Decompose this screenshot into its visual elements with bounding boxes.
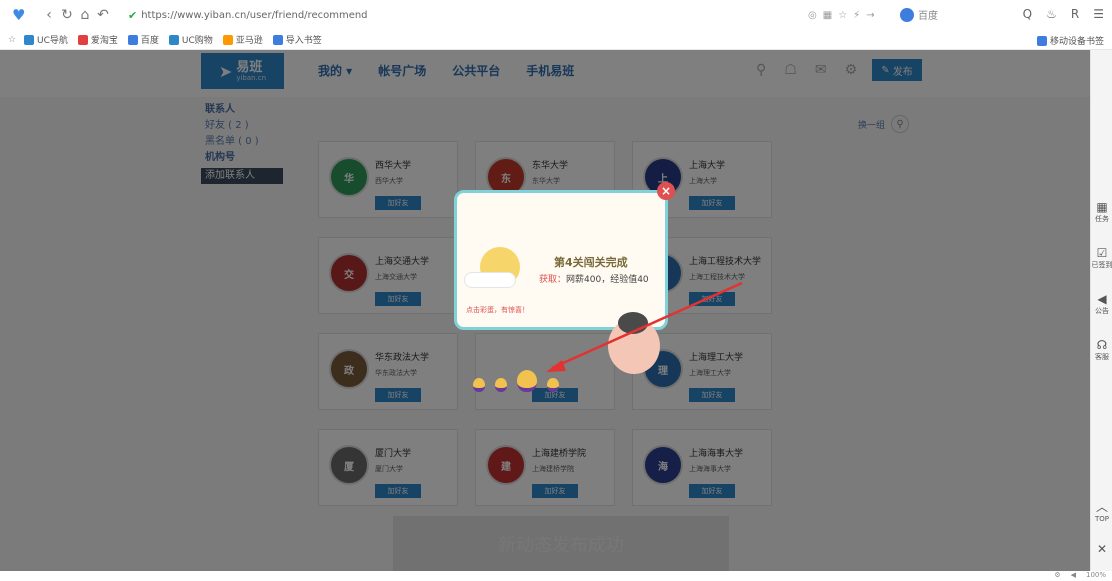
reward-value: 网薪400，经验值40	[566, 275, 649, 285]
browser-logo-icon[interactable]: ♥	[12, 6, 40, 24]
egg-icon[interactable]	[495, 378, 507, 392]
cart-icon[interactable]: ♨	[1046, 7, 1057, 21]
speaker-icon: ◀	[1097, 292, 1107, 306]
bookmark-bar: ☆ UC导航 爱淘宝 百度 UC购物 亚马逊 导入书签 移动设备书签	[0, 30, 1112, 50]
status-right: ⚙ ◀ 100%	[1054, 571, 1106, 579]
browser-toolbar: ♥ ‹ ↻ ⌂ ↶ ✔ https://www.yiban.cn/user/fr…	[0, 0, 1112, 30]
extension-icons: ◎ ▦ ☆ ⚡ →	[808, 0, 875, 30]
mobile-bookmarks-label: 移动设备书签	[1049, 37, 1104, 47]
modal-reward: 获取：网薪400，经验值40	[539, 272, 649, 285]
speaker-icon[interactable]: ◀	[1071, 571, 1076, 579]
bookmark-label: 亚马逊	[235, 36, 263, 46]
close-icon[interactable]: ×	[657, 182, 675, 200]
user-icon[interactable]: R	[1071, 7, 1079, 21]
back-icon[interactable]: ‹	[40, 7, 58, 23]
arrow-right-icon[interactable]: →	[866, 10, 874, 21]
egg-icon[interactable]	[473, 378, 485, 392]
mobile-icon	[1036, 35, 1047, 46]
task-button[interactable]: ▦ 任务	[1091, 200, 1112, 224]
checkin-icon: ☑	[1096, 246, 1108, 260]
home-icon[interactable]: ⌂	[76, 7, 94, 23]
status-bar: ⚙ ◀ 100%	[0, 571, 1112, 581]
shield-icon[interactable]: ◎	[808, 10, 817, 21]
bookmark-label: 导入书签	[285, 36, 322, 46]
close-icon: ✕	[1096, 542, 1108, 556]
settings-icon[interactable]: ⚙	[1054, 571, 1060, 579]
bookmark-label: 爱淘宝	[90, 36, 118, 46]
task-icon: ▦	[1096, 200, 1108, 214]
bookmark-icon	[77, 34, 88, 45]
easter-eggs	[473, 370, 559, 392]
chevron-up-icon: ︿	[1095, 500, 1108, 514]
top-label: TOP	[1094, 515, 1109, 523]
cloud-icon	[464, 272, 516, 288]
address-bar[interactable]: ✔ https://www.yiban.cn/user/friend/recom…	[128, 5, 888, 25]
baidu-icon	[900, 7, 914, 22]
bookmark-icon	[24, 34, 34, 45]
notice-label: 公告	[1095, 307, 1109, 315]
mascot-girl-icon	[608, 312, 660, 374]
right-side-panel: ▦ 任务 ☑ 已签到 ◀ 公告 ☊ 客服 ︿ TOP ✕	[1090, 50, 1112, 571]
undo-icon[interactable]: ↶	[94, 7, 112, 23]
reward-label: 获取：	[539, 275, 567, 285]
checkin-label: 已签到	[1091, 261, 1112, 269]
bookmark-icon	[127, 34, 138, 45]
egg-icon[interactable]	[547, 378, 559, 392]
search-engine-label: 百度	[918, 11, 938, 22]
search-engine-select[interactable]: 百度	[900, 7, 938, 22]
service-label: 客服	[1095, 353, 1109, 361]
url-text[interactable]: https://www.yiban.cn/user/friend/recomme…	[141, 10, 367, 21]
bookmark-icon	[222, 34, 233, 45]
secure-lock-icon: ✔	[128, 8, 138, 22]
egg-icon[interactable]	[517, 370, 537, 392]
bookmark-icon	[168, 34, 179, 45]
forward-icon[interactable]: ↻	[58, 7, 76, 23]
bookmark-item[interactable]: 亚马逊	[222, 33, 263, 46]
task-label: 任务	[1095, 215, 1109, 223]
toolbar-right-icons: Q ♨ R ☰	[1023, 7, 1104, 21]
panel-close-button[interactable]: ✕	[1091, 542, 1112, 556]
headset-icon: ☊	[1096, 338, 1108, 352]
bookmark-label: UC导航	[37, 36, 68, 46]
bookmark-item[interactable]: UC导航	[24, 33, 68, 46]
menu-icon[interactable]: ☰	[1093, 7, 1104, 21]
bookmark-label: UC购物	[181, 36, 213, 46]
bookmark-icon	[272, 34, 283, 45]
search-icon[interactable]: Q	[1023, 7, 1032, 21]
bookmark-item[interactable]: 爱淘宝	[77, 33, 118, 46]
bookmark-label: 百度	[140, 36, 159, 46]
bookmark-star-icon[interactable]: ☆	[8, 35, 24, 45]
mascot-hair	[618, 312, 648, 334]
zoom-level[interactable]: 100%	[1086, 571, 1106, 579]
bookmark-item[interactable]: 百度	[127, 33, 159, 46]
modal-title: 第4关闯关完成	[554, 256, 628, 269]
service-button[interactable]: ☊ 客服	[1091, 338, 1112, 362]
bookmark-item[interactable]: 导入书签	[272, 33, 322, 46]
flash-icon[interactable]: ⚡	[853, 10, 860, 21]
grid-icon[interactable]: ▦	[823, 10, 832, 21]
back-to-top-button[interactable]: ︿ TOP	[1091, 498, 1112, 523]
modal-tip: 点击彩蛋，有惊喜！	[466, 306, 529, 314]
bookmark-item[interactable]: UC购物	[168, 33, 213, 46]
checkin-button[interactable]: ☑ 已签到	[1091, 246, 1112, 270]
mobile-bookmarks[interactable]: 移动设备书签	[1036, 34, 1104, 47]
star-icon[interactable]: ☆	[838, 10, 847, 21]
notice-button[interactable]: ◀ 公告	[1091, 292, 1112, 316]
